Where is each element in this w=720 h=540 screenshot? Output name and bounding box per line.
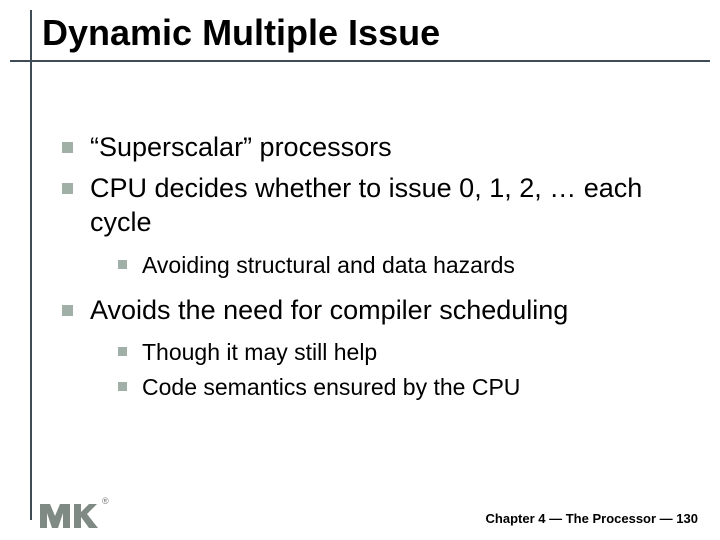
sub-bullet-text: Though it may still help — [142, 339, 377, 365]
bullet-list-level1: “Superscalar” processors CPU decides whe… — [62, 130, 690, 403]
mk-logo-icon — [40, 498, 98, 528]
bullet-item: CPU decides whether to issue 0, 1, 2, … … — [62, 171, 690, 281]
bullet-list-level2: Avoiding structural and data hazards — [118, 250, 690, 281]
publisher-logo: ® — [40, 498, 109, 528]
footer-chapter-title: The Processor — [566, 511, 656, 526]
registered-mark: ® — [102, 496, 109, 506]
sub-bullet-item: Avoiding structural and data hazards — [118, 250, 690, 281]
sub-bullet-item: Code semantics ensured by the CPU — [118, 372, 690, 403]
bullet-text: “Superscalar” processors — [90, 132, 392, 162]
bullet-text: CPU decides whether to issue 0, 1, 2, … … — [90, 173, 642, 238]
bullet-item: Avoids the need for compiler scheduling … — [62, 293, 690, 404]
vertical-rule — [30, 10, 32, 520]
footer-chapter-label: Chapter 4 — [486, 511, 546, 526]
footer-sep: — — [656, 511, 676, 526]
bullet-item: “Superscalar” processors — [62, 130, 690, 165]
footer-sep: — — [546, 511, 566, 526]
sub-bullet-text: Code semantics ensured by the CPU — [142, 374, 520, 400]
sub-bullet-text: Avoiding structural and data hazards — [142, 252, 515, 278]
slide-title: Dynamic Multiple Issue — [42, 12, 720, 54]
bullet-text: Avoids the need for compiler scheduling — [90, 295, 568, 325]
slide-content: “Superscalar” processors CPU decides whe… — [0, 54, 720, 403]
sub-bullet-item: Though it may still help — [118, 337, 690, 368]
footer-page-number: 130 — [676, 511, 698, 526]
title-area: Dynamic Multiple Issue — [0, 0, 720, 54]
bullet-list-level2: Though it may still help Code semantics … — [118, 337, 690, 403]
slide-footer: Chapter 4 — The Processor — 130 — [486, 511, 698, 526]
horizontal-rule — [10, 60, 710, 62]
